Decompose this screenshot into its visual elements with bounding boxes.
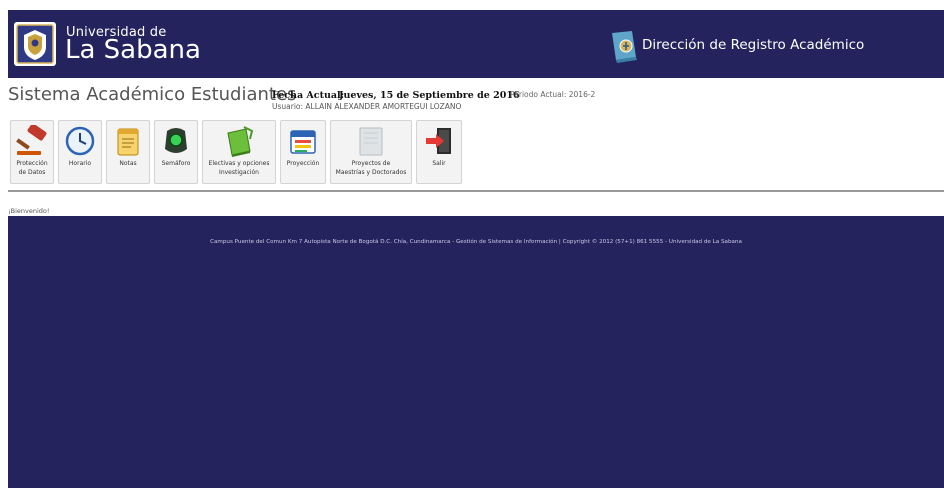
current-period: Periodo Actual: 2016-2: [510, 90, 596, 99]
book-icon: [227, 126, 254, 157]
calendar-icon: [290, 130, 316, 154]
clock-icon: [65, 126, 95, 156]
tool-label: Horario: [68, 160, 92, 167]
footer: Campus Puente del Comun Km 7 Autopista N…: [8, 216, 944, 488]
tool-label: Proyección: [286, 160, 320, 167]
directorate-title: Dirección de Registro Académico: [642, 37, 865, 53]
current-date-value: Jueves, 15 de Septiembre de 2016: [339, 90, 520, 101]
tool-horario[interactable]: Horario: [58, 120, 102, 184]
tool-label: Notas: [119, 160, 137, 167]
tool-proteccion-datos[interactable]: Protección de Datos: [10, 120, 54, 184]
tool-notas[interactable]: Notas: [106, 120, 150, 184]
traffic-light-icon: [165, 128, 187, 153]
university-shield-icon: [14, 22, 56, 66]
tool-label: Protección de Datos: [16, 160, 48, 176]
exit-icon: [426, 128, 451, 154]
system-title: Sistema Académico Estudiantes: [8, 84, 297, 105]
tool-proyectos-maestrias[interactable]: Proyectos de Maestrías y Doctorados: [330, 120, 412, 184]
tool-label: Proyectos de Maestrías y Doctorados: [335, 160, 407, 176]
tool-label: Salir: [432, 160, 446, 167]
module-toolbar: Protección de Datos Horario Notas Semáfor…: [8, 120, 944, 190]
header-banner: Universidad de La Sabana Dirección de Re…: [8, 10, 944, 78]
welcome-message: ¡Bienvenido!: [8, 207, 50, 215]
tool-electivas[interactable]: Electivas y opciones Investigación: [202, 120, 276, 184]
tool-semaforo[interactable]: Semáforo: [154, 120, 198, 184]
page: Universidad de La Sabana Dirección de Re…: [8, 10, 944, 488]
current-date-label: Fecha Actual:: [272, 90, 345, 101]
tool-label: Electivas y opciones Investigación: [208, 160, 270, 176]
tool-label: Semáforo: [161, 160, 191, 167]
gavel-icon: [16, 125, 47, 155]
user-info: Usuario: ALLAIN ALEXANDER AMORTEGUI LOZA…: [272, 102, 462, 111]
tool-proyeccion[interactable]: Proyección: [280, 120, 326, 184]
university-name: La Sabana: [65, 35, 201, 65]
notepad-icon: [117, 128, 139, 156]
footer-text: Campus Puente del Comun Km 7 Autopista N…: [210, 239, 742, 245]
toolbar-divider: [8, 190, 944, 192]
tool-salir[interactable]: Salir: [416, 120, 462, 184]
document-icon: [359, 127, 383, 156]
registry-book-icon: [612, 31, 637, 63]
